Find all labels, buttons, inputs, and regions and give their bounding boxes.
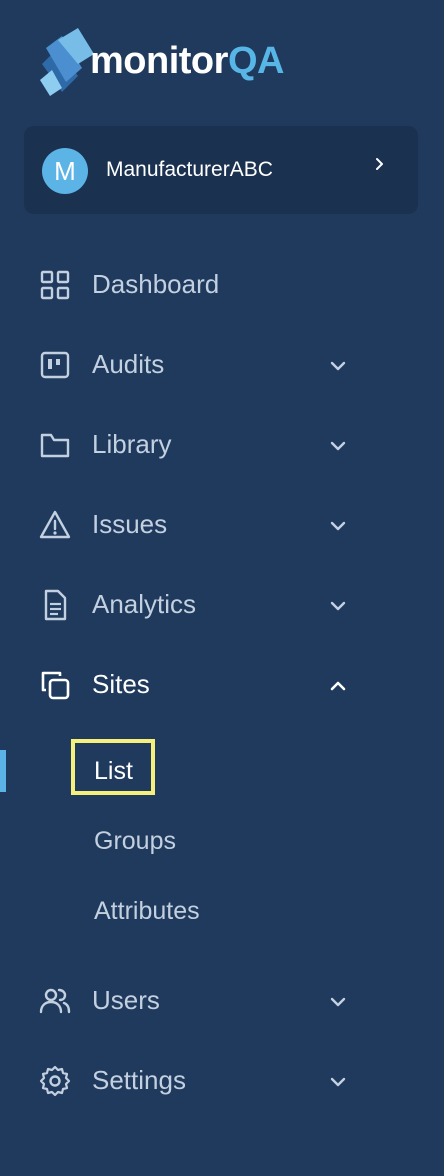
sub-item-list[interactable]: List [94, 757, 133, 786]
nav-item-issues[interactable]: Issues [0, 496, 444, 552]
nav-label-audits: Audits [92, 349, 165, 379]
users-icon [39, 988, 71, 1014]
active-indicator [0, 750, 6, 792]
folder-icon [40, 433, 70, 458]
nav-label-settings: Settings [92, 1065, 186, 1095]
nav-label-library: Library [92, 429, 172, 459]
chevron-down-icon [330, 361, 346, 371]
chevron-down-icon [330, 601, 346, 611]
organization-switcher[interactable]: M ManufacturerABC [24, 126, 418, 214]
logo-mark-icon [40, 28, 94, 96]
nav-item-sites[interactable]: Sites [0, 656, 444, 712]
organization-avatar: M [42, 148, 88, 194]
organization-name: ManufacturerABC [106, 158, 273, 181]
nav-label-dashboard: Dashboard [92, 269, 220, 299]
nav-item-settings[interactable]: Settings [0, 1052, 444, 1108]
chevron-down-icon [330, 521, 346, 531]
logo-text: monitorQA [90, 40, 284, 83]
copy-icon [41, 671, 70, 700]
chevron-down-icon [330, 441, 346, 451]
nav-label-issues: Issues [92, 509, 168, 539]
chevron-down-icon [330, 1077, 346, 1087]
chevron-right-icon [376, 158, 383, 170]
logo[interactable]: monitorQA [38, 28, 318, 98]
nav-label-sites: Sites [92, 669, 150, 699]
gear-icon [39, 1065, 71, 1097]
nav-item-audits[interactable]: Audits [0, 336, 444, 392]
sub-item-attributes[interactable]: Attributes [94, 897, 200, 926]
chevron-down-icon [330, 997, 346, 1007]
nav-item-library[interactable]: Library [0, 416, 444, 472]
sub-item-groups[interactable]: Groups [94, 827, 176, 856]
document-icon [44, 589, 67, 621]
chevron-up-icon [330, 681, 346, 691]
grid-icon [40, 270, 70, 300]
nav-item-users[interactable]: Users [0, 972, 444, 1028]
logo-text-main: monitor [90, 40, 228, 82]
warning-icon [39, 510, 71, 539]
board-icon [40, 351, 70, 379]
nav-label-users: Users [92, 985, 160, 1015]
nav-item-dashboard[interactable]: Dashboard [0, 256, 444, 312]
nav-item-analytics[interactable]: Analytics [0, 576, 444, 632]
nav-label-analytics: Analytics [92, 589, 197, 619]
logo-text-accent: QA [227, 40, 285, 82]
sidebar: monitorQA M ManufacturerABC Dashboard Au… [0, 0, 444, 1176]
